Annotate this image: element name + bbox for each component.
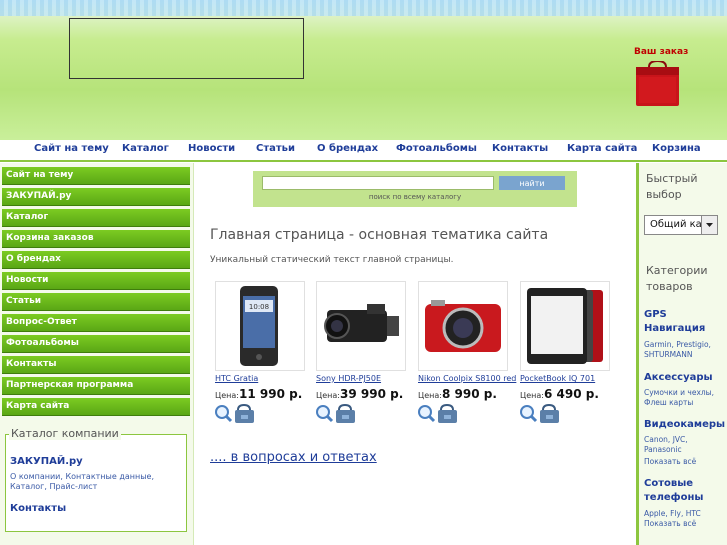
sidebar-item-partners[interactable]: Партнерская программа: [2, 377, 190, 395]
page-description: Уникальный статический текст главной стр…: [210, 255, 454, 265]
zoom-icon[interactable]: [418, 405, 436, 423]
sidebar-item-news[interactable]: Новости: [2, 272, 190, 290]
zoom-icon[interactable]: [215, 405, 233, 423]
company-name-link[interactable]: ЗАКУПАЙ.ру: [10, 456, 83, 467]
sidebar-item-cart[interactable]: Корзина заказов: [2, 230, 190, 248]
topnav-albums[interactable]: Фотоальбомы: [396, 143, 477, 154]
svg-text:10:08: 10:08: [249, 303, 269, 311]
company-contacts-link[interactable]: Контакты: [10, 503, 66, 514]
sidebar-item-brands[interactable]: О брендах: [2, 251, 190, 269]
sidebar-item-zakupai[interactable]: ЗАКУПАЙ.ру: [2, 188, 190, 206]
product-actions: [316, 404, 355, 423]
category-phones-show-all[interactable]: Показать всё: [644, 519, 726, 529]
zoom-icon[interactable]: [316, 405, 334, 423]
page-title: Главная страница - основная тематика сай…: [210, 227, 549, 243]
category-gps-sub[interactable]: Garmin, Prestigio, SHTURMANN: [644, 340, 726, 360]
search-panel: найти поиск по всему каталогу: [253, 171, 577, 207]
topnav-cart[interactable]: Корзина: [652, 143, 701, 154]
product-actions: [215, 404, 254, 423]
top-navigation: Сайт на тему Каталог Новости Статьи О бр…: [0, 140, 727, 162]
product-price: 8 990 р.: [442, 387, 497, 401]
topnav-sitemap[interactable]: Карта сайта: [567, 143, 637, 154]
product-name-sony[interactable]: Sony HDR-PJ50E: [316, 374, 381, 383]
product-price: 39 990 р.: [340, 387, 404, 401]
category-gps[interactable]: GPS Навигация: [644, 308, 714, 336]
sidebar-item-faq[interactable]: Вопрос-Ответ: [2, 314, 190, 332]
category-accessories-sub[interactable]: Сумочки и чехлы, Флеш карты: [644, 388, 726, 408]
product-image-sony[interactable]: [316, 281, 406, 371]
search-input[interactable]: [262, 176, 494, 190]
category-camcorders-show-all[interactable]: Показать всё: [644, 457, 726, 467]
topnav-brands[interactable]: О брендах: [317, 143, 378, 154]
catalog-select-value: Общий каталог: [650, 219, 702, 230]
product-price: 11 990 р.: [239, 387, 303, 401]
sidebar-item-sitemap[interactable]: Карта сайта: [2, 398, 190, 416]
zoom-icon[interactable]: [520, 405, 538, 423]
topnav-home[interactable]: Сайт на тему: [34, 143, 109, 154]
catalog-select[interactable]: Общий каталог: [644, 215, 718, 235]
site-header: Ваш заказ: [0, 0, 727, 140]
cart-icon[interactable]: [438, 404, 457, 423]
price-label: Цена:: [418, 391, 442, 400]
category-phones[interactable]: Сотовые телефоны: [644, 477, 704, 505]
shopping-bag-icon[interactable]: [635, 61, 680, 107]
phone-image: 10:08: [240, 286, 278, 366]
topnav-contacts[interactable]: Контакты: [492, 143, 548, 154]
qa-link[interactable]: .... в вопросах и ответах: [210, 450, 377, 465]
product-name-pocketbook[interactable]: PocketBook IQ 701: [520, 374, 595, 383]
company-catalog-legend: Каталог компании: [9, 427, 121, 440]
category-camcorders[interactable]: Видеокамеры: [644, 418, 725, 432]
sidebar-item-catalog[interactable]: Каталог: [2, 209, 190, 227]
category-camcorders-sub[interactable]: Canon, JVC, Panasonic: [644, 435, 706, 455]
topnav-articles[interactable]: Статьи: [256, 143, 295, 154]
cart-icon[interactable]: [336, 404, 355, 423]
ebook-image: [527, 288, 603, 364]
camera-image: [425, 300, 501, 352]
topnav-catalog[interactable]: Каталог: [122, 143, 169, 154]
price-label: Цена:: [215, 391, 239, 400]
category-accessories[interactable]: Аксессуары: [644, 371, 713, 385]
product-image-htc[interactable]: 10:08: [215, 281, 305, 371]
price-label: Цена:: [316, 391, 340, 400]
search-hint[interactable]: поиск по всему каталогу: [253, 193, 577, 201]
camcorder-image: [324, 304, 399, 342]
sidebar-item-albums[interactable]: Фотоальбомы: [2, 335, 190, 353]
order-title[interactable]: Ваш заказ: [634, 47, 688, 57]
header-stripe: [0, 0, 727, 16]
sidebar-item-articles[interactable]: Статьи: [2, 293, 190, 311]
cart-icon[interactable]: [235, 404, 254, 423]
categories-heading: Категории товаров: [646, 264, 708, 293]
product-image-nikon[interactable]: [418, 281, 508, 371]
topnav-news[interactable]: Новости: [188, 143, 235, 154]
product-name-nikon[interactable]: Nikon Coolpix S8100 red: [418, 374, 516, 383]
product-price: 6 490 р.: [544, 387, 599, 401]
cart-icon[interactable]: [540, 404, 559, 423]
sidebar-item-home[interactable]: Сайт на тему: [2, 167, 190, 185]
company-links[interactable]: О компании, Контактные данные, Каталог, …: [10, 472, 182, 492]
quick-select-heading: Быстрый выбор: [646, 172, 698, 201]
product-image-pocketbook[interactable]: [520, 281, 610, 371]
sidebar-item-contacts[interactable]: Контакты: [2, 356, 190, 374]
price-label: Цена:: [520, 391, 544, 400]
category-phones-sub[interactable]: Apple, Fly, HTC: [644, 509, 726, 519]
logo-placeholder[interactable]: [69, 18, 304, 79]
product-actions: [418, 404, 457, 423]
product-name-htc[interactable]: HTC Gratia: [215, 374, 258, 383]
product-actions: [520, 404, 559, 423]
chevron-down-icon[interactable]: [701, 216, 717, 234]
search-button[interactable]: найти: [499, 176, 565, 190]
